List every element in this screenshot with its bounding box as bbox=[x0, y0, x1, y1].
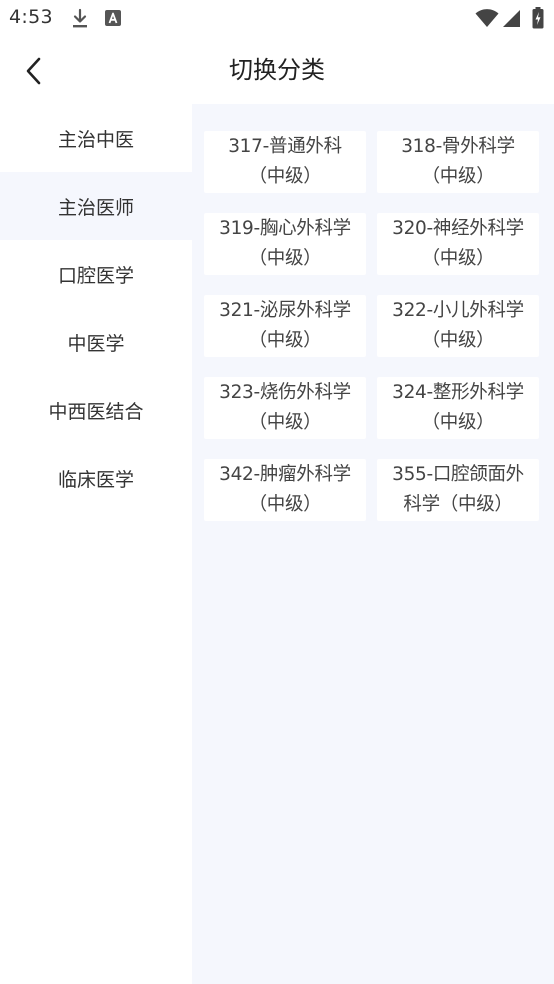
sidebar-item-zhuzhi-zhongyi[interactable]: 主治中医 bbox=[0, 104, 192, 172]
sidebar-item-zhuzhi-yishi[interactable]: 主治医师 bbox=[0, 172, 192, 240]
battery-charging-icon bbox=[532, 7, 544, 33]
page-title: 切换分类 bbox=[229, 56, 325, 84]
sidebar-item-label: 中医学 bbox=[67, 332, 125, 355]
subject-card-324[interactable]: 324-整形外科学 （中级） bbox=[377, 377, 539, 439]
header: 切换分类 bbox=[0, 38, 554, 104]
subject-card-322[interactable]: 322-小儿外科学 （中级） bbox=[377, 295, 539, 357]
sidebar-item-linchuang-yixue[interactable]: 临床医学 bbox=[0, 444, 192, 512]
subject-card-320[interactable]: 320-神经外科学 （中级） bbox=[377, 213, 539, 275]
sidebar-item-zhongxiyi-jiehe[interactable]: 中西医结合 bbox=[0, 376, 192, 444]
subject-card-label: 322-小儿外科学 （中级） bbox=[392, 300, 524, 351]
signal-icon bbox=[502, 9, 521, 32]
a-box-icon bbox=[104, 9, 122, 31]
subject-card-355[interactable]: 355-口腔颌面外 科学（中级） bbox=[377, 459, 539, 521]
category-sidebar: 主治中医 主治医师 口腔医学 中医学 中西医结合 临床医学 bbox=[0, 104, 192, 984]
subject-card-label: 319-胸心外科学 （中级） bbox=[219, 218, 351, 269]
subject-grid: 317-普通外科 （中级） 318-骨外科学 （中级） 319-胸心外科学 （中… bbox=[204, 131, 539, 521]
subject-card-321[interactable]: 321-泌尿外科学 （中级） bbox=[204, 295, 366, 357]
subject-card-label: 323-烧伤外科学 （中级） bbox=[219, 382, 351, 433]
sidebar-item-label: 中西医结合 bbox=[48, 400, 144, 423]
subject-card-label: 342-肿瘤外科学 （中级） bbox=[219, 464, 351, 515]
subject-card-317[interactable]: 317-普通外科 （中级） bbox=[204, 131, 366, 193]
sidebar-item-label: 临床医学 bbox=[57, 468, 134, 491]
subject-card-label: 320-神经外科学 （中级） bbox=[392, 218, 524, 269]
subject-card-label: 355-口腔颌面外 科学（中级） bbox=[392, 464, 524, 515]
subject-card-318[interactable]: 318-骨外科学 （中级） bbox=[377, 131, 539, 193]
wifi-icon bbox=[475, 9, 499, 32]
subject-card-319[interactable]: 319-胸心外科学 （中级） bbox=[204, 213, 366, 275]
sidebar-item-label: 口腔医学 bbox=[57, 264, 134, 287]
subject-card-label: 321-泌尿外科学 （中级） bbox=[219, 300, 351, 351]
sidebar-item-label: 主治中医 bbox=[57, 128, 134, 151]
download-icon bbox=[70, 8, 90, 34]
subject-card-label: 324-整形外科学 （中级） bbox=[392, 382, 524, 433]
status-time: 4:53 bbox=[9, 6, 53, 28]
sidebar-item-label: 主治医师 bbox=[57, 196, 134, 219]
subject-card-323[interactable]: 323-烧伤外科学 （中级） bbox=[204, 377, 366, 439]
subject-card-label: 317-普通外科 （中级） bbox=[228, 136, 342, 187]
subject-list-panel: 317-普通外科 （中级） 318-骨外科学 （中级） 319-胸心外科学 （中… bbox=[192, 104, 554, 984]
sidebar-item-zhongyixue[interactable]: 中医学 bbox=[0, 308, 192, 376]
subject-card-label: 318-骨外科学 （中级） bbox=[401, 136, 515, 187]
status-bar: 4:53 bbox=[0, 0, 554, 38]
subject-card-342[interactable]: 342-肿瘤外科学 （中级） bbox=[204, 459, 366, 521]
sidebar-item-kouqiang-yixue[interactable]: 口腔医学 bbox=[0, 240, 192, 308]
